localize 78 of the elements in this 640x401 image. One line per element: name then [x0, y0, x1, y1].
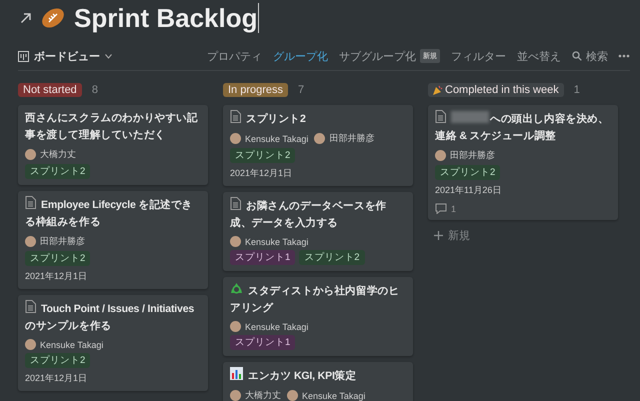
- task-card[interactable]: スタディストから社内留学のヒアリング Kensuke Takagi スプリント1: [223, 277, 413, 356]
- page-icon: [435, 110, 446, 123]
- sprint-tag: スプリント2: [435, 165, 500, 180]
- toolbar-item[interactable]: 検索: [572, 48, 608, 64]
- card-count: 8: [92, 84, 98, 96]
- more-icon[interactable]: [618, 54, 630, 58]
- party-popper-icon: [433, 85, 443, 95]
- sprint-tag: スプリント1: [230, 335, 296, 350]
- card-title: エンカツ KGI, KPI策定: [230, 367, 406, 385]
- status-label: In progress: [223, 83, 288, 97]
- person-name: Kensuke Takagi: [302, 390, 366, 400]
- avatar: [25, 149, 36, 160]
- person-name: 田部井勝彦: [40, 235, 85, 248]
- avatar: [230, 133, 241, 144]
- person-name: Kensuke Takagi: [245, 322, 308, 332]
- person-name: 田部井勝彦: [329, 132, 374, 145]
- page-icon: [25, 300, 36, 313]
- avatar: [435, 150, 446, 161]
- card-date: 2021年12月1日: [25, 270, 88, 283]
- card-count: 7: [298, 84, 304, 96]
- page-icon: [230, 110, 241, 123]
- sprint-tag: スプリント2: [25, 251, 90, 266]
- toolbar-item[interactable]: フィルター: [451, 48, 506, 64]
- recycle-icon: [230, 282, 243, 295]
- toolbar-item[interactable]: 並べ替え: [517, 48, 561, 64]
- status-label: Not started: [18, 83, 82, 97]
- status-label: Completed in this week: [428, 83, 564, 97]
- card-title: への頭出し内容を決め、連絡 & スケジュール調整: [435, 110, 611, 145]
- card-count: 1: [574, 84, 580, 96]
- sprint-tag: スプリント2: [25, 353, 90, 368]
- bar-chart-icon: [230, 367, 243, 380]
- board-icon: [18, 50, 29, 62]
- person-name: Kensuke Takagi: [245, 134, 308, 144]
- person-name: 大橋力丈: [40, 148, 76, 161]
- page-icon: [25, 196, 36, 209]
- board-view-tab[interactable]: ボードビュー: [18, 48, 112, 64]
- diagonal-arrow-icon[interactable]: [20, 12, 32, 24]
- toolbar-item[interactable]: プロパティ: [207, 48, 262, 64]
- task-card[interactable]: エンカツ KGI, KPI策定 大橋力丈 Kensuke Takagi: [223, 362, 413, 401]
- card-date: 2021年11月26日: [435, 184, 502, 197]
- avatar: [287, 390, 298, 401]
- avatar: [25, 236, 36, 247]
- task-card[interactable]: Touch Point / Issues / Initiatives のサンプルを作る Kensuke Takagi スプリント2 2021年12月1日: [18, 295, 208, 391]
- task-card[interactable]: スプリント2 Kensuke Takagi 田部井勝彦 スプリント2 2021年12月1日: [223, 105, 413, 186]
- task-card[interactable]: お隣さんのデータベースを作成、データを入力する Kensuke Takagi スプリント1 スプリント2: [223, 192, 413, 271]
- avatar: [230, 390, 241, 401]
- toolbar-item[interactable]: グループ化: [273, 48, 328, 64]
- chevron-down-icon: [105, 54, 112, 58]
- sprint-tag: スプリント2: [25, 164, 90, 179]
- avatar: [314, 133, 326, 144]
- card-date: 2021年12月1日: [230, 167, 294, 180]
- search-icon: [572, 51, 582, 61]
- task-card[interactable]: 西さんにスクラムのわかりやすい記事を渡して理解していただく 大橋力丈 スプリント2: [18, 105, 208, 185]
- task-card[interactable]: Employee Lifecycle を記述できる枠組みを作る 田部井勝彦 スプリント2 2021年12月1日: [18, 191, 208, 289]
- person-name: Kensuke Takagi: [245, 236, 308, 246]
- page-icon: [230, 197, 241, 210]
- avatar: [230, 321, 241, 332]
- card-title: Touch Point / Issues / Initiatives のサンプルを作る: [25, 300, 201, 335]
- sprint-tag: スプリント2: [230, 148, 296, 163]
- card-title: お隣さんのデータベースを作成、データを入力する: [230, 197, 406, 232]
- card-title: 西さんにスクラムのわかりやすい記事を渡して理解していただく: [25, 111, 199, 143]
- sprint-tag: スプリント2: [299, 250, 365, 265]
- card-title: スタディストから社内留学のヒアリング: [230, 282, 406, 317]
- card-title: Employee Lifecycle を記述できる枠組みを作る: [25, 196, 201, 231]
- card-title: スプリント2: [230, 110, 406, 128]
- card-date: 2021年12月1日: [25, 372, 88, 385]
- page-title[interactable]: Sprint Backlog: [74, 3, 260, 33]
- avatar: [25, 339, 36, 350]
- plus-icon: [434, 231, 443, 240]
- comment-count: 1: [451, 204, 456, 214]
- person-name: Kensuke Takagi: [40, 340, 104, 350]
- person-name: 大橋力丈: [245, 389, 281, 401]
- task-card[interactable]: への頭出し内容を決め、連絡 & スケジュール調整 田部井勝彦 スプリント2 2021年11月26日 1: [428, 105, 618, 220]
- sprint-tag: スプリント1: [230, 250, 296, 265]
- comment-icon: [435, 203, 447, 214]
- add-card-button[interactable]: 新規: [428, 226, 618, 245]
- avatar: [230, 236, 241, 247]
- person-name: 田部井勝彦: [450, 149, 495, 162]
